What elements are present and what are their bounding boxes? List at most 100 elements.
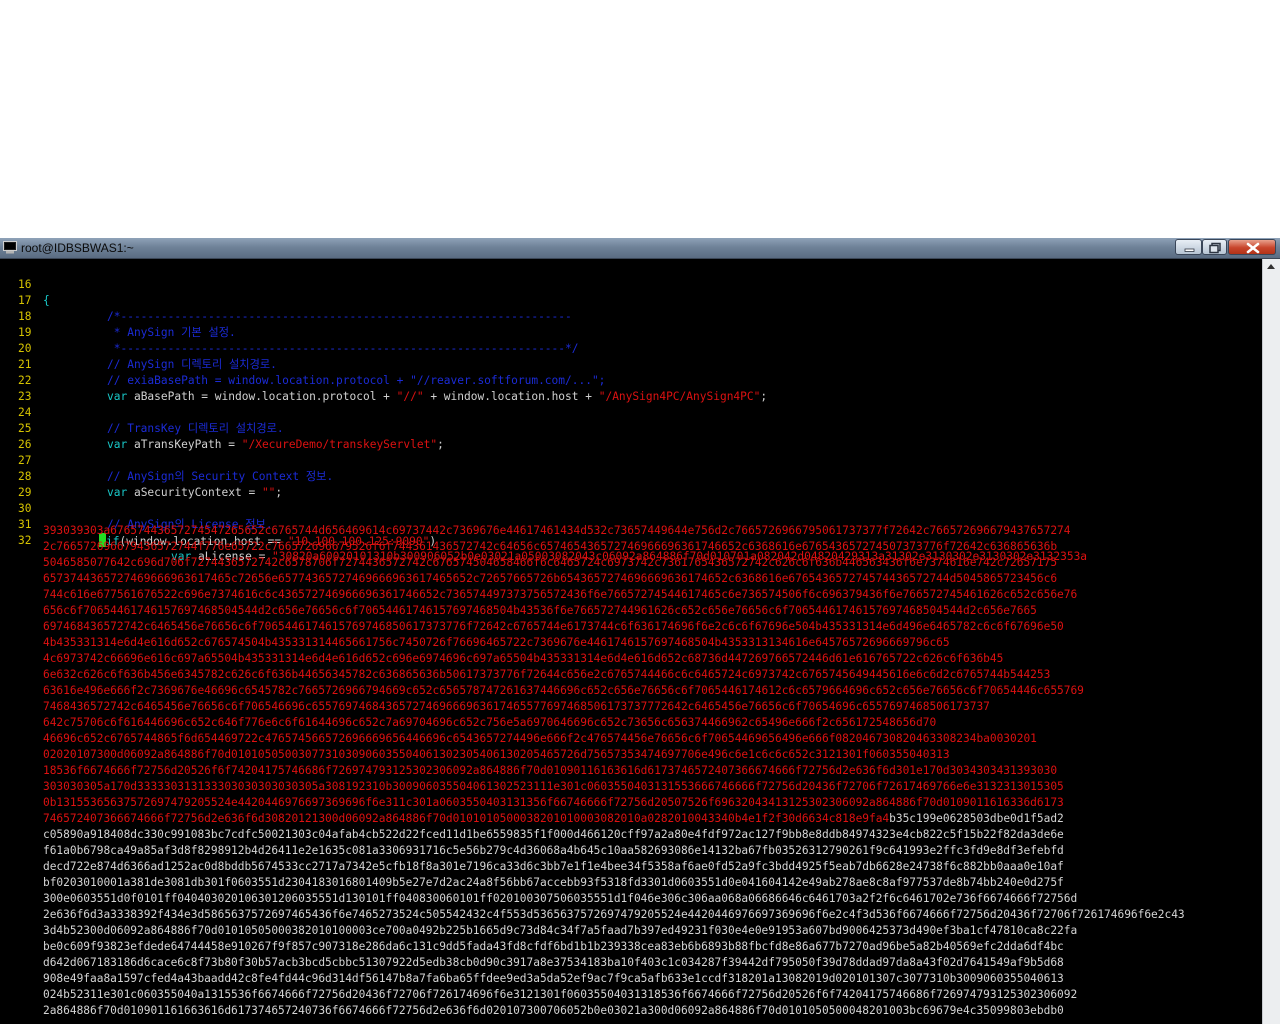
code-text: var aSecurityContext = ""; [107,486,283,499]
string-literal: 7468436572742c6465456e76656c6f706546696c… [43,700,990,713]
license-hex-line: c05890a918408dc330c991083bc7cdfc50021303… [43,828,1064,841]
string-literal: 0b13155365637572697479205524e44204469766… [43,796,1064,809]
comment-text: // exiaBasePath = window.location.protoc… [107,374,606,387]
string-literal: 5046585077642c696d706f7274436572742c6578… [43,556,1058,569]
string-literal: "/AnySign4PC/AnySign4PC" [598,390,761,403]
license-hex-line: 908e49faa8a1597cfed4a43baadd42c8fe4fd44c… [43,972,1064,985]
license-hex-line: d642d067183186d6cace6c8f73b80f30b57acb3b… [43,956,1064,969]
code-line: 32 var aLicense = "30820a60020101310b300… [0,517,1087,563]
comment-text: // AnySign의 Security Context 정보. [107,470,334,483]
code-line: 24 // TransKey 디렉토리 설치경로. [0,389,284,435]
license-hex-line: 02020107300d06092a864886f70d010105050030… [43,747,1259,763]
license-hex-line: 744c616e677561676522c696e7374616c6c43657… [43,587,1259,603]
comment-text: // AnySign 디렉토리 설치경로. [107,358,277,371]
comment-text: /*--------------------------------------… [107,310,572,323]
minimize-button[interactable] [1175,239,1202,255]
code-line: 18 * AnySign 기본 설정. [0,293,236,339]
terminal-content[interactable]: 16 { 17 /*------------------------------… [0,259,1262,1024]
code-line: 31 if(window.location.host == "10.100.10… [0,501,436,548]
string-literal: 4b435331314e6d4e616d652c676574504b435331… [43,636,950,649]
license-hex-line: 3d4b52300d06092a864886f70d01010505000382… [43,924,1078,937]
string-literal: 46696c652c6765744865f6d654469722c4765745… [43,732,1037,745]
license-hex-line: f61a0b6798ca49a85af3d8f8298912b4d26411e2… [43,844,1064,857]
string-literal: 393039303a67657443657274547265652c676574… [43,524,1071,537]
close-icon [1246,242,1260,254]
string-literal: 6573744365727469666963617465c72656e65774… [43,572,1058,585]
license-hex-line: 46696c652c6765744865f6d654469722c4765745… [43,731,1259,747]
license-hex-line: 0b13155365637572697479205524e44204469766… [43,795,1259,811]
code-line: 16 { [0,261,50,307]
license-hex-line: decd722e874d6366ad1252ac0d8bddb5674533cc… [43,860,1064,873]
keyword: var [107,438,128,451]
string-literal: 63616e496e666f2c7369676e46696c6545782c76… [43,684,1084,697]
license-hex-line: 4c6973742c66696e616c697a65504b435331314e… [43,651,1259,667]
scroll-up-icon[interactable] [1267,264,1275,269]
maximize-button[interactable] [1202,239,1227,255]
code-line: 25 var aTransKeyPath = "/XecureDemo/tran… [0,405,444,451]
keyword: var [107,390,128,403]
string-literal: 02020107300d06092a864886f70d010105050030… [43,748,950,761]
comment-text: // TransKey 디렉토리 설치경로. [107,422,284,435]
string-literal: 744c616e677561676522c696e7374616c6c43657… [43,588,1078,601]
title-bar[interactable]: root@IDBSBWAS1:~ [0,238,1280,259]
license-hex-line: 393039303a67657443657274547265652c676574… [43,523,1259,539]
license-hex-line: 2a864886f70d010901161663616d617374657240… [43,1004,1064,1017]
license-hex-line: 642c75706c6f616446696c652c646f776e6c6f61… [43,715,1259,731]
vertical-scrollbar[interactable] [1262,259,1280,1024]
keyword: var [107,486,128,499]
code-text: { [43,294,50,307]
license-hex-line: 303030305a170d33333031313330303030303030… [43,779,1259,795]
line-number: 32 [18,534,32,547]
license-hex-line: 18536f6674666f72756d20526f6f742041757466… [43,763,1259,779]
code-line: 20 // AnySign 디렉토리 설치경로. [0,325,277,371]
string-literal: 6e632c626c6f636b456e6345782c626c6f636b44… [43,668,1051,681]
code-line: 26 [0,421,40,451]
string-literal: 697468436572742c6465456e76656c6f70654461… [43,620,1064,633]
code-text: var aTransKeyPath = "/XecureDemo/transke… [107,438,444,451]
code-line: 30 // AnySign의 License 정보. [0,485,273,531]
putty-terminal-icon[interactable] [3,241,17,254]
comment-text: * AnySign 기본 설정. [107,326,236,339]
license-hex-line: 2c766572696679436572744f776e65722c766572… [43,539,1259,555]
string-literal: 642c75706c6f616446696c652c646f776e6c6f61… [43,716,937,729]
license-hex-line: 2e636f6d3a3338392f434e3d5865637572697465… [43,908,1185,921]
terminal-window[interactable]: root@IDBSBWAS1:~ 16 { 17 /*-------------… [0,238,1280,1024]
license-hex-line: 63616e496e666f2c7369676e46696c6545782c76… [43,683,1259,699]
license-hex-line: 5046585077642c696d706f7274436572742c6578… [43,555,1259,571]
string-literal: 303030305a170d33333031313330303030303030… [43,780,1064,793]
code-line: 17 /*-----------------------------------… [0,277,572,323]
string-literal: "" [261,486,276,499]
code-line: 21 // exiaBasePath = window.location.pro… [0,341,605,387]
license-hex-line: be0c609f93823efdede64744458e910267f9f857… [43,940,1064,953]
comment-text: *---------------------------------------… [107,342,579,355]
maximize-icon [1209,242,1221,254]
code-line: 27 // AnySign의 Security Context 정보. [0,437,333,483]
code-text: var aBasePath = window.location.protocol… [107,390,768,403]
string-literal: 2c766572696679436572744f776e65722c766572… [43,540,1058,553]
string-literal: 4c6973742c66696e616c697a65504b435331314e… [43,652,1004,665]
minimize-icon [1184,248,1195,252]
license-hex-line: 300e0603551d0f0101ff04040302010630120603… [43,892,1078,905]
string-literal: 746572407366674666f72756d2e636f6d3082012… [43,812,890,825]
license-hex-line: 697468436572742c6465456e76656c6f70654461… [43,619,1259,635]
code-line: 19 *------------------------------------… [0,309,578,355]
string-literal: 656c6f70654461746157697468504544d2c656e7… [43,604,1037,617]
license-hex-line: 6573744365727469666963617465c72656e65774… [43,571,1259,587]
code-line: 23 [0,373,40,403]
license-hex-line: 6e632c626c6f636b456e6345782c626c6f636b44… [43,667,1259,683]
code-line: 28 var aSecurityContext = ""; [0,453,282,499]
window-title: root@IDBSBWAS1:~ [21,241,134,255]
code-line: 29 [0,469,40,499]
license-string-block: 393039303a67657443657274547265652c676574… [43,523,1259,1019]
string-literal: 18536f6674666f72756d20526f6f742041757466… [43,764,1058,777]
code-line: 22 var aBasePath = window.location.proto… [0,357,767,403]
desktop-background [0,0,1280,238]
license-hex-line: 024b52311e301c060355040a1315536f6674666f… [43,988,1078,1001]
license-hex-line: 4b435331314e6d4e616d652c676574504b435331… [43,635,1259,651]
license-hex-line: 746572407366674666f72756d2e636f6d3082012… [43,811,1259,827]
license-hex-line: 7468436572742c6465456e76656c6f706546696c… [43,699,1259,715]
close-button[interactable] [1228,239,1276,255]
license-hex-line: bf0203010001a381de3081db301f0603551d2304… [43,876,1064,889]
license-hex-line: 656c6f70654461746157697468504544d2c656e7… [43,603,1259,619]
plain-text: b35c199e0628503dbe0d1f5ad2 [889,812,1064,825]
